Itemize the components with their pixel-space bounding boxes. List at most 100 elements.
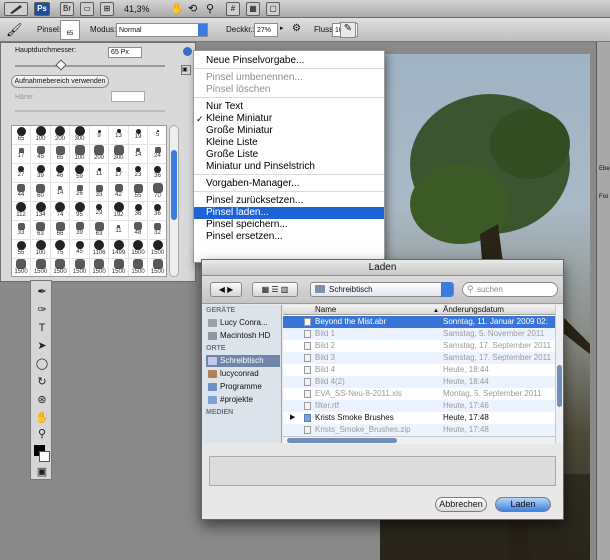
disclosure-triangle-icon[interactable]: ▶ — [290, 412, 295, 424]
brush-preset-12[interactable]: 200 — [90, 145, 109, 164]
open-button[interactable]: Laden — [495, 497, 551, 512]
brush-preset-2[interactable]: 200 — [51, 126, 70, 145]
brush-preset-15[interactable]: 24 — [148, 145, 166, 164]
brush-preset-1[interactable]: 100 — [31, 126, 51, 145]
brush-preset-13[interactable]: 300 — [109, 145, 129, 164]
sidebar-place-programme[interactable]: Programme — [206, 381, 280, 393]
file-row[interactable]: EVA_SS-Neu-8-2011.xls Montag, 5. Septembe… — [283, 388, 555, 400]
use-sample-size-button[interactable]: Aufnahmebereich verwenden — [11, 75, 109, 88]
brush-preset-27[interactable]: 26 — [70, 183, 90, 202]
brush-preset-4[interactable]: 9 — [90, 126, 109, 145]
menu-item-11[interactable]: Pinsel laden... — [194, 207, 384, 219]
brush-preset-52[interactable]: 1106 — [90, 240, 109, 259]
column-name[interactable]: Name — [315, 305, 336, 315]
brush-tool-icon[interactable]: 🖌 — [6, 22, 23, 38]
brush-preset-38[interactable]: 36 — [129, 202, 148, 221]
file-row[interactable]: Bild 4 Heute, 18:44 — [283, 364, 555, 376]
menu-item-0[interactable]: Neue Pinselvorgabe... — [194, 55, 384, 67]
file-row[interactable]: filter.rtf Heute, 17:46 — [283, 400, 555, 412]
brush-preset-48[interactable]: 55 — [12, 240, 31, 259]
menu-item-4[interactable]: ✓ Kleine Miniatur — [194, 113, 384, 125]
view-extras-icon[interactable]: ▭ — [80, 2, 94, 16]
sidebar-place-home[interactable]: lucyconrad — [206, 368, 280, 380]
diameter-slider-track[interactable] — [15, 65, 165, 67]
file-row[interactable]: Bild 1 Samstag, 5. November 2011 — [283, 328, 555, 340]
magnifier-icon[interactable]: ⚲ — [34, 427, 50, 441]
file-row[interactable]: Bild 4(2) Heute, 18:44 — [283, 376, 555, 388]
3d-orbit-icon[interactable]: ⊛ — [34, 393, 50, 407]
brush-preset-34[interactable]: 74 — [51, 202, 70, 221]
brush-preset-53[interactable]: 1499 — [109, 240, 129, 259]
search-field[interactable]: ⚲ suchen — [462, 282, 558, 297]
rotate-view-icon[interactable]: ⟲ — [188, 2, 197, 15]
view-mode-buttons[interactable]: ▦ ☰ ▥ — [252, 282, 298, 297]
menu-item-3[interactable]: Nur Text — [194, 101, 384, 113]
menu-item-10[interactable]: Pinsel zurücksetzen... — [194, 195, 384, 207]
brush-preset-8[interactable]: 17 — [12, 145, 31, 164]
brush-preset-63[interactable]: 1500 — [149, 259, 167, 276]
brush-preset-32[interactable]: 112 — [12, 202, 31, 221]
zoom-dropdown-icon[interactable]: ⊞ — [100, 2, 114, 16]
brush-preset-3[interactable]: 300 — [70, 126, 90, 145]
quick-mask-icon[interactable]: ▣ — [34, 465, 50, 479]
screen-mode-icon[interactable]: ▢ — [266, 2, 280, 16]
brush-preset-36[interactable]: 29 — [90, 202, 109, 221]
brush-sample-icon[interactable]: ▣ — [181, 65, 191, 75]
3d-rotate-icon[interactable]: ↻ — [34, 375, 50, 389]
diameter-slider-thumb[interactable] — [55, 59, 67, 71]
brush-preset-16[interactable]: 27 — [12, 164, 31, 183]
brush-preset-22[interactable]: 23 — [129, 164, 148, 183]
shape-tool-icon[interactable]: ◯ — [34, 357, 50, 371]
file-row[interactable]: Beyond the Mist.abr Sonntag, 11. Januar 2… — [283, 316, 555, 328]
hardness-field[interactable] — [111, 91, 145, 102]
brush-preset-28[interactable]: 33 — [90, 183, 109, 202]
grid-icon[interactable]: # — [226, 2, 240, 16]
sidebar-place-desktop[interactable]: Schreibtisch — [206, 355, 280, 367]
brush-preset-10[interactable]: 65 — [51, 145, 70, 164]
brush-preset-45[interactable]: 11 — [109, 221, 129, 240]
brush-preset-19[interactable]: 59 — [70, 164, 90, 183]
arrange-documents-icon[interactable]: ▦ — [246, 2, 260, 16]
menu-item-12[interactable]: Pinsel speichern... — [194, 219, 384, 231]
brush-preset-47[interactable]: 32 — [148, 221, 166, 240]
menu-item-13[interactable]: Pinsel ersetzen... — [194, 231, 384, 243]
cancel-button[interactable]: Abbrechen — [435, 497, 487, 512]
menu-item-8[interactable]: Miniatur und Pinselstrich — [194, 161, 384, 173]
sidebar-device-lucy[interactable]: Lucy Conra... — [206, 317, 280, 329]
brush-preset-11[interactable]: 100 — [70, 145, 90, 164]
menu-item-7[interactable]: Große Liste — [194, 149, 384, 161]
hand-tool-icon[interactable]: ✋ — [170, 2, 184, 15]
sidebar-place-projekte[interactable]: #projekte — [206, 394, 280, 406]
brush-preset-7[interactable]: 5 — [148, 126, 166, 145]
zoom-level[interactable]: 41,3% — [124, 4, 150, 14]
file-list-vertical-scrollbar[interactable] — [555, 305, 563, 443]
brush-preset-24[interactable]: 44 — [12, 183, 31, 202]
brush-preset-21[interactable]: 17 — [109, 164, 129, 183]
brush-preset-60[interactable]: 1500 — [90, 259, 109, 276]
brush-preset-picker[interactable]: 65 — [60, 20, 80, 40]
path-selection-icon[interactable]: ➤ — [34, 339, 50, 353]
brush-preset-5[interactable]: 13 — [109, 126, 129, 145]
brush-preset-6[interactable]: 19 — [129, 126, 148, 145]
brush-preset-grid[interactable]: 65 100 200 300 9 13 19 5 17 45 65 100 200 300 14 24 27 39… — [11, 125, 167, 277]
panel-menu-icon[interactable] — [183, 47, 192, 56]
brush-preset-44[interactable]: 63 — [90, 221, 109, 240]
opacity-dropdown-icon[interactable]: ▸ — [280, 24, 284, 32]
pen-tool-icon[interactable]: ✒ — [34, 285, 50, 299]
brush-preset-0[interactable]: 65 — [12, 126, 31, 145]
menu-item-9[interactable]: Vorgaben-Manager... — [194, 178, 384, 190]
file-row[interactable]: Bild 2 Samstag, 17. September 2011 — [283, 340, 555, 352]
brush-preset-41[interactable]: 63 — [31, 221, 51, 240]
brush-preset-17[interactable]: 39 — [31, 164, 51, 183]
back-forward-buttons[interactable]: ◀ ▶ — [210, 282, 242, 297]
opacity-field[interactable]: 27% — [254, 23, 278, 37]
brush-preset-35[interactable]: 95 — [70, 202, 90, 221]
brush-preset-26[interactable]: 14 — [51, 183, 70, 202]
brush-preset-39[interactable]: 36 — [148, 202, 166, 221]
brush-preset-54[interactable]: 1500 — [129, 240, 148, 259]
brush-preset-62[interactable]: 1500 — [129, 259, 148, 276]
brush-preset-20[interactable]: 11 — [90, 164, 109, 183]
airbrush-icon[interactable]: ✎ — [340, 22, 356, 38]
brush-preset-46[interactable]: 48 — [129, 221, 148, 240]
brush-grid-scrollbar[interactable] — [169, 125, 179, 277]
